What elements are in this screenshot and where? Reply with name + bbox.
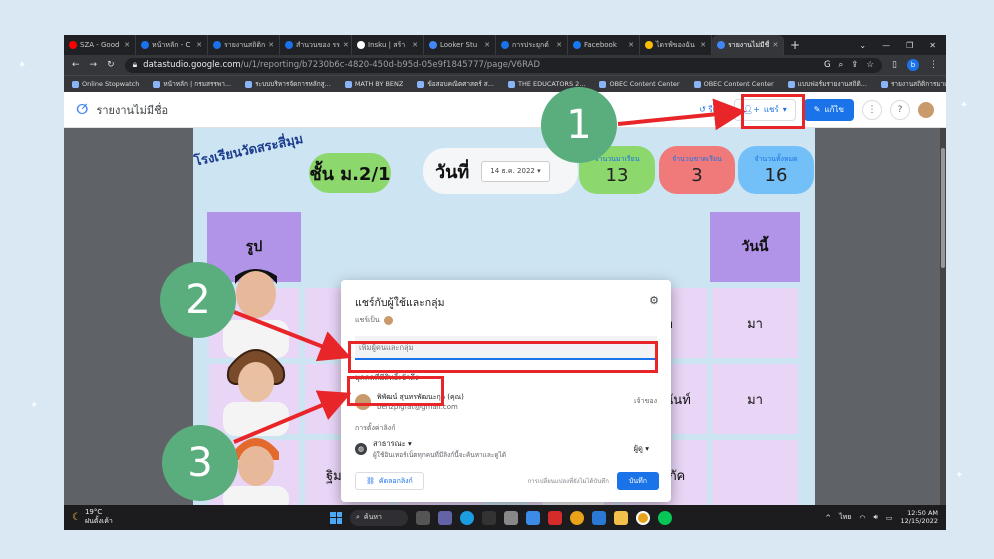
annotation-arrows (233, 98, 746, 444)
step-1-badge: 1 (541, 87, 617, 163)
arrow-step-3 (233, 390, 352, 444)
arrow-step-2 (233, 310, 352, 362)
arrow-step-1 (617, 98, 746, 131)
step-3-badge: 3 (162, 425, 238, 501)
step-2-badge: 2 (160, 262, 236, 338)
